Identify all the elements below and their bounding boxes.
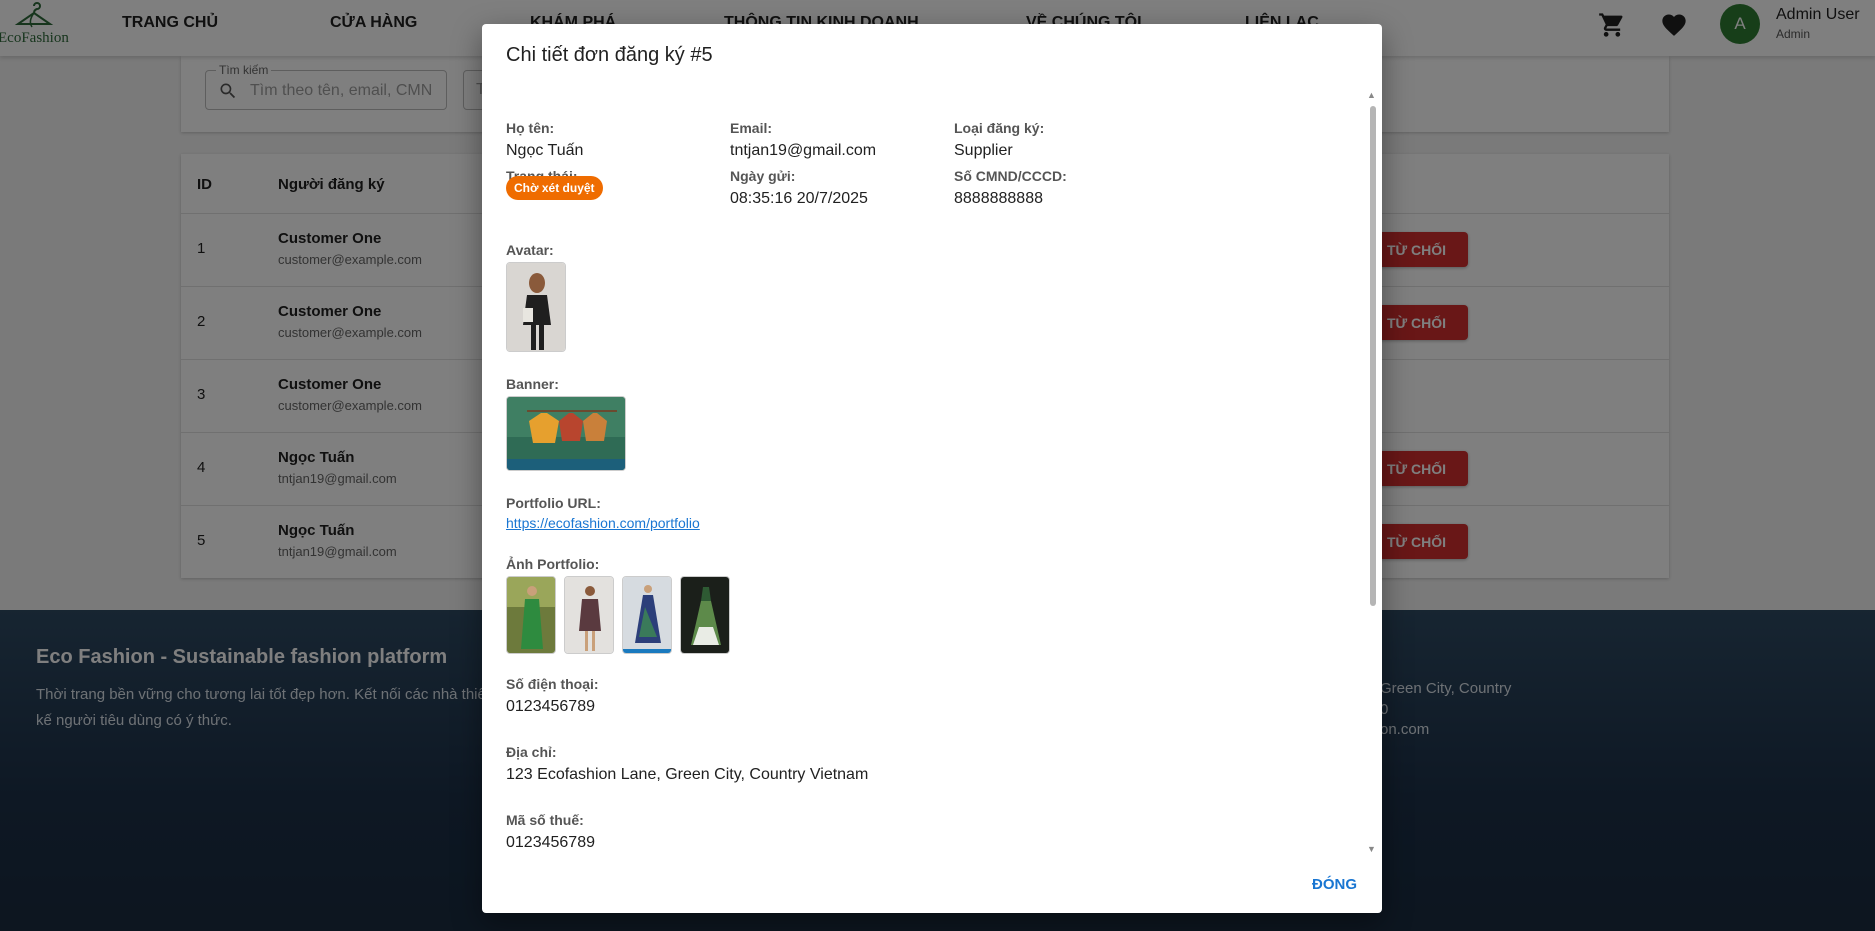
dialog-title: Chi tiết đơn đăng ký #5: [506, 44, 713, 66]
address-label: Địa chỉ:: [506, 744, 557, 760]
portfolio-image-3[interactable]: [622, 576, 672, 654]
portfolio-images-label: Ảnh Portfolio:: [506, 556, 600, 572]
portfolio-url-link[interactable]: https://ecofashion.com/portfolio: [506, 515, 700, 531]
id-number-label: Số CMND/CCCD:: [954, 168, 1067, 184]
dialog-content: Họ tên: Ngọc Tuấn Email: tntjan19@gmail.…: [482, 86, 1382, 884]
portfolio-image-4[interactable]: [680, 576, 730, 654]
close-button[interactable]: Đóng: [1312, 876, 1357, 893]
scroll-down-arrow[interactable]: ▼: [1367, 844, 1376, 854]
phone-label: Số điện thoại:: [506, 676, 599, 692]
dialog-scrollbar[interactable]: [1370, 106, 1376, 606]
portfolio-image-1[interactable]: [506, 576, 556, 654]
fullname-value: Ngọc Tuấn: [506, 142, 584, 159]
type-value: Supplier: [954, 142, 1013, 159]
banner-image[interactable]: [506, 396, 626, 471]
email-value: tntjan19@gmail.com: [730, 142, 877, 159]
fullname-label: Họ tên:: [506, 120, 555, 136]
tax-label: Mã số thuế:: [506, 812, 584, 828]
application-detail-dialog: Chi tiết đơn đăng ký #5 Họ tên: Ngọc Tuấ…: [482, 24, 1382, 913]
banner-label: Banner:: [506, 376, 559, 392]
id-number-value: 8888888888: [954, 190, 1043, 207]
portfolio-image-2[interactable]: [564, 576, 614, 654]
date-label: Ngày gửi:: [730, 168, 796, 184]
avatar-label: Avatar:: [506, 242, 554, 258]
status-badge: Chờ xét duyệt: [506, 176, 603, 200]
scroll-up-arrow[interactable]: ▲: [1367, 90, 1376, 100]
date-value: 08:35:16 20/7/2025: [730, 190, 868, 207]
email-label: Email:: [730, 120, 773, 136]
type-label: Loại đăng ký:: [954, 120, 1045, 136]
portfolio-url-label: Portfolio URL:: [506, 495, 601, 511]
avatar-image[interactable]: [506, 262, 566, 352]
phone-value: 0123456789: [506, 698, 595, 715]
tax-value: 0123456789: [506, 834, 595, 851]
address-value: 123 Ecofashion Lane, Green City, Country…: [506, 766, 869, 783]
